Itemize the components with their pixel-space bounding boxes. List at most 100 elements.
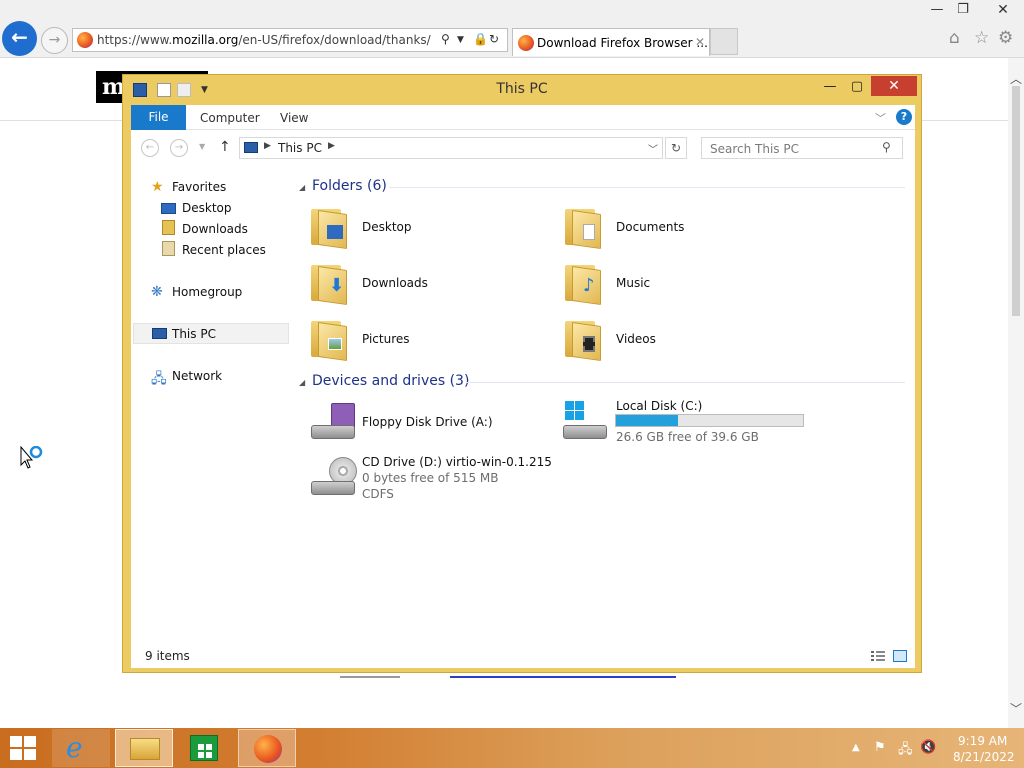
floppy-drive-icon[interactable] <box>309 401 357 441</box>
tab-file[interactable]: File <box>131 105 186 130</box>
folder-label-desktop[interactable]: Desktop <box>362 220 412 234</box>
recent-locations-dropdown-icon[interactable]: ▼ <box>199 142 205 151</box>
address-url[interactable]: https://www.mozilla.org/en-US/firefox/do… <box>97 33 431 47</box>
status-item-count: 9 items <box>145 649 190 663</box>
search-dropdown-icon[interactable]: ▼ <box>457 35 464 45</box>
busy-cursor-icon <box>20 446 43 469</box>
back-button[interactable]: ← <box>2 21 37 56</box>
star-icon: ★ <box>151 179 164 195</box>
browser-restore-button[interactable]: ❐ <box>948 0 978 20</box>
large-icons-view-icon[interactable] <box>893 650 907 662</box>
disk-usage-fill <box>616 415 678 426</box>
sidebar-item-recent-places[interactable]: Recent places <box>182 243 266 257</box>
new-tab-button[interactable] <box>710 28 738 55</box>
desktop-folder-icon[interactable] <box>309 207 349 250</box>
scroll-up-arrow-icon[interactable]: ︿ <box>1010 70 1022 87</box>
sidebar-item-favorites[interactable]: Favorites <box>172 180 226 194</box>
home-icon[interactable]: ⌂ <box>949 28 960 48</box>
folder-label-downloads[interactable]: Downloads <box>362 276 428 290</box>
collapse-arrow-icon[interactable]: ◢ <box>299 378 305 387</box>
folder-label-videos[interactable]: Videos <box>616 332 656 346</box>
lock-icon[interactable]: 🔒 <box>473 32 488 46</box>
taskbar-internet-explorer[interactable]: e <box>52 729 110 767</box>
close-button[interactable]: ✕ <box>871 76 917 96</box>
search-icon[interactable]: ⚲ <box>882 140 891 154</box>
explorer-body: File Computer View ﹀ ? ← → ▼ ↑ ▶ This PC… <box>131 105 915 668</box>
breadcrumb[interactable]: ▶ This PC ▶ ﹀ <box>239 137 663 159</box>
maximize-button[interactable]: ▢ <box>844 76 870 98</box>
music-folder-icon[interactable]: ♪ <box>563 263 603 306</box>
group-divider <box>389 187 905 188</box>
tab-view[interactable]: View <box>280 111 308 125</box>
sidebar-item-downloads[interactable]: Downloads <box>182 222 248 236</box>
show-hidden-icons-icon[interactable]: ▲ <box>852 742 860 753</box>
firefox-icon <box>254 735 282 763</box>
sidebar-item-network[interactable]: Network <box>172 369 222 383</box>
browser-toolbar: — ❐ ✕ ← → https://www.mozilla.org/en-US/… <box>0 0 1024 58</box>
tab-firefox-download[interactable]: Download Firefox Browser ... ✕ <box>512 28 710 56</box>
store-icon <box>190 735 218 761</box>
network-tray-icon[interactable]: 🖧 <box>898 740 913 762</box>
computer-icon <box>152 328 167 339</box>
page-link-fragment[interactable] <box>340 676 400 678</box>
window-title: This PC <box>496 81 548 97</box>
refresh-icon[interactable]: ↻ <box>489 32 499 46</box>
tab-computer[interactable]: Computer <box>200 111 260 125</box>
minimize-button[interactable]: — <box>817 76 843 98</box>
collapse-arrow-icon[interactable]: ◢ <box>299 183 305 192</box>
taskbar-file-explorer[interactable] <box>115 729 173 767</box>
downloads-folder-icon[interactable]: ⬇ <box>309 263 349 306</box>
devices-group-header[interactable]: Devices and drives (3) <box>312 373 469 389</box>
taskbar-firefox[interactable] <box>238 729 296 767</box>
breadcrumb-this-pc[interactable]: This PC <box>278 141 322 155</box>
chevron-down-icon[interactable]: ﹀ <box>648 141 658 156</box>
arrow-right-icon: → <box>48 32 61 48</box>
clock-date[interactable]: 8/21/2022 <box>953 750 1015 764</box>
tab-close-icon[interactable]: ✕ <box>695 35 705 49</box>
clock-time[interactable]: 9:19 AM <box>958 734 1007 748</box>
videos-folder-icon[interactable] <box>563 319 603 362</box>
start-button[interactable] <box>10 736 38 762</box>
computer-icon <box>244 142 258 153</box>
drive-label-floppy[interactable]: Floppy Disk Drive (A:) <box>362 415 493 429</box>
details-view-icon[interactable] <box>871 650 885 662</box>
documents-folder-icon[interactable] <box>563 207 603 250</box>
folder-label-documents[interactable]: Documents <box>616 220 684 234</box>
chevron-right-icon[interactable]: ▶ <box>328 141 335 151</box>
refresh-button[interactable]: ↻ <box>665 137 687 159</box>
cd-drive-icon[interactable] <box>309 457 357 497</box>
sidebar-item-desktop[interactable]: Desktop <box>182 201 232 215</box>
address-bar[interactable]: https://www.mozilla.org/en-US/firefox/do… <box>72 28 508 52</box>
sidebar-item-homegroup[interactable]: Homegroup <box>172 285 242 299</box>
nav-forward-button[interactable]: → <box>170 139 188 157</box>
forward-button[interactable]: → <box>41 27 68 54</box>
folder-label-music[interactable]: Music <box>616 276 650 290</box>
search-icon[interactable]: ⚲ <box>441 32 450 46</box>
folders-group-header[interactable]: Folders (6) <box>312 178 387 194</box>
gear-icon[interactable]: ⚙ <box>998 28 1013 48</box>
volume-muted-icon[interactable]: 🔇 <box>920 740 936 755</box>
taskbar-store[interactable] <box>176 729 234 767</box>
recent-places-icon <box>162 241 175 256</box>
favorites-star-icon[interactable]: ☆ <box>974 28 989 48</box>
scrollbar-thumb[interactable] <box>1012 86 1020 316</box>
network-icon: 🖧 <box>151 371 167 387</box>
chevron-right-icon[interactable]: ▶ <box>264 141 271 151</box>
search-input[interactable]: Search This PC ⚲ <box>701 137 903 159</box>
chevron-down-icon[interactable]: ﹀ <box>875 110 886 126</box>
scroll-down-arrow-icon[interactable]: ﹀ <box>1010 700 1022 717</box>
up-level-button[interactable]: ↑ <box>219 139 231 155</box>
help-icon[interactable]: ? <box>896 109 912 125</box>
drive-label-local-disk[interactable]: Local Disk (C:) <box>616 399 702 413</box>
drive-filesystem: CDFS <box>362 487 394 501</box>
pictures-folder-icon[interactable] <box>309 319 349 362</box>
windows-logo-icon <box>565 401 585 421</box>
nav-back-button[interactable]: ← <box>141 139 159 157</box>
drive-label-cd[interactable]: CD Drive (D:) virtio-win-0.1.215 <box>362 455 552 469</box>
browser-close-button[interactable]: ✕ <box>988 0 1018 20</box>
sidebar-item-this-pc[interactable]: This PC <box>172 327 216 341</box>
local-disk-icon[interactable] <box>561 401 609 441</box>
action-center-flag-icon[interactable]: ⚑ <box>874 740 886 755</box>
page-link-fragment[interactable] <box>450 676 676 678</box>
folder-label-pictures[interactable]: Pictures <box>362 332 410 346</box>
